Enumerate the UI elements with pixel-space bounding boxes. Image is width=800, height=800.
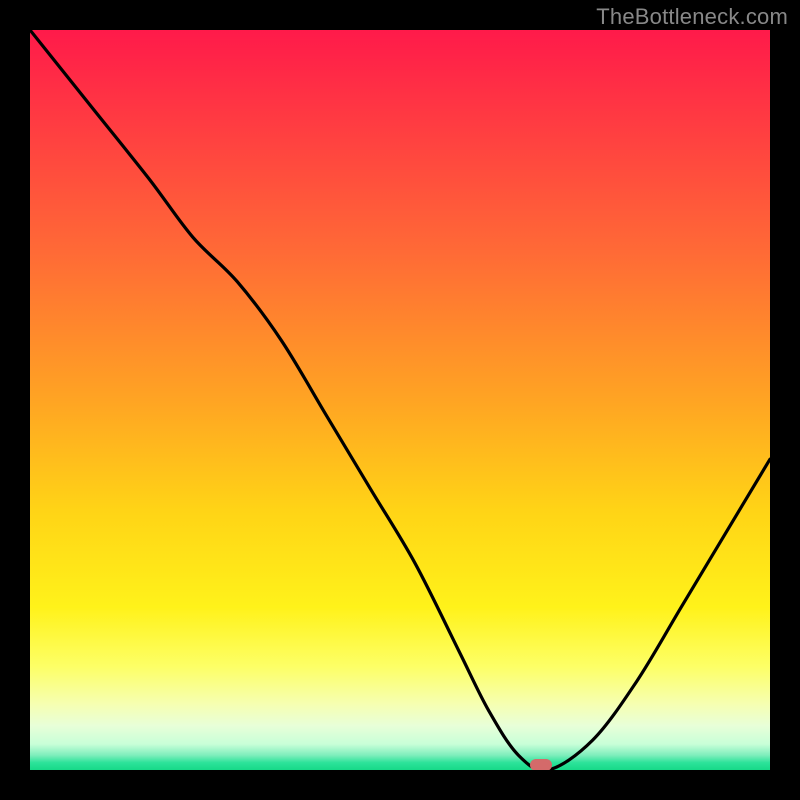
bottleneck-curve [30,30,770,770]
minimum-marker [530,759,552,770]
chart-frame: TheBottleneck.com [0,0,800,800]
curve-path [30,30,770,770]
attribution-label: TheBottleneck.com [596,4,788,30]
plot-area [30,30,770,770]
